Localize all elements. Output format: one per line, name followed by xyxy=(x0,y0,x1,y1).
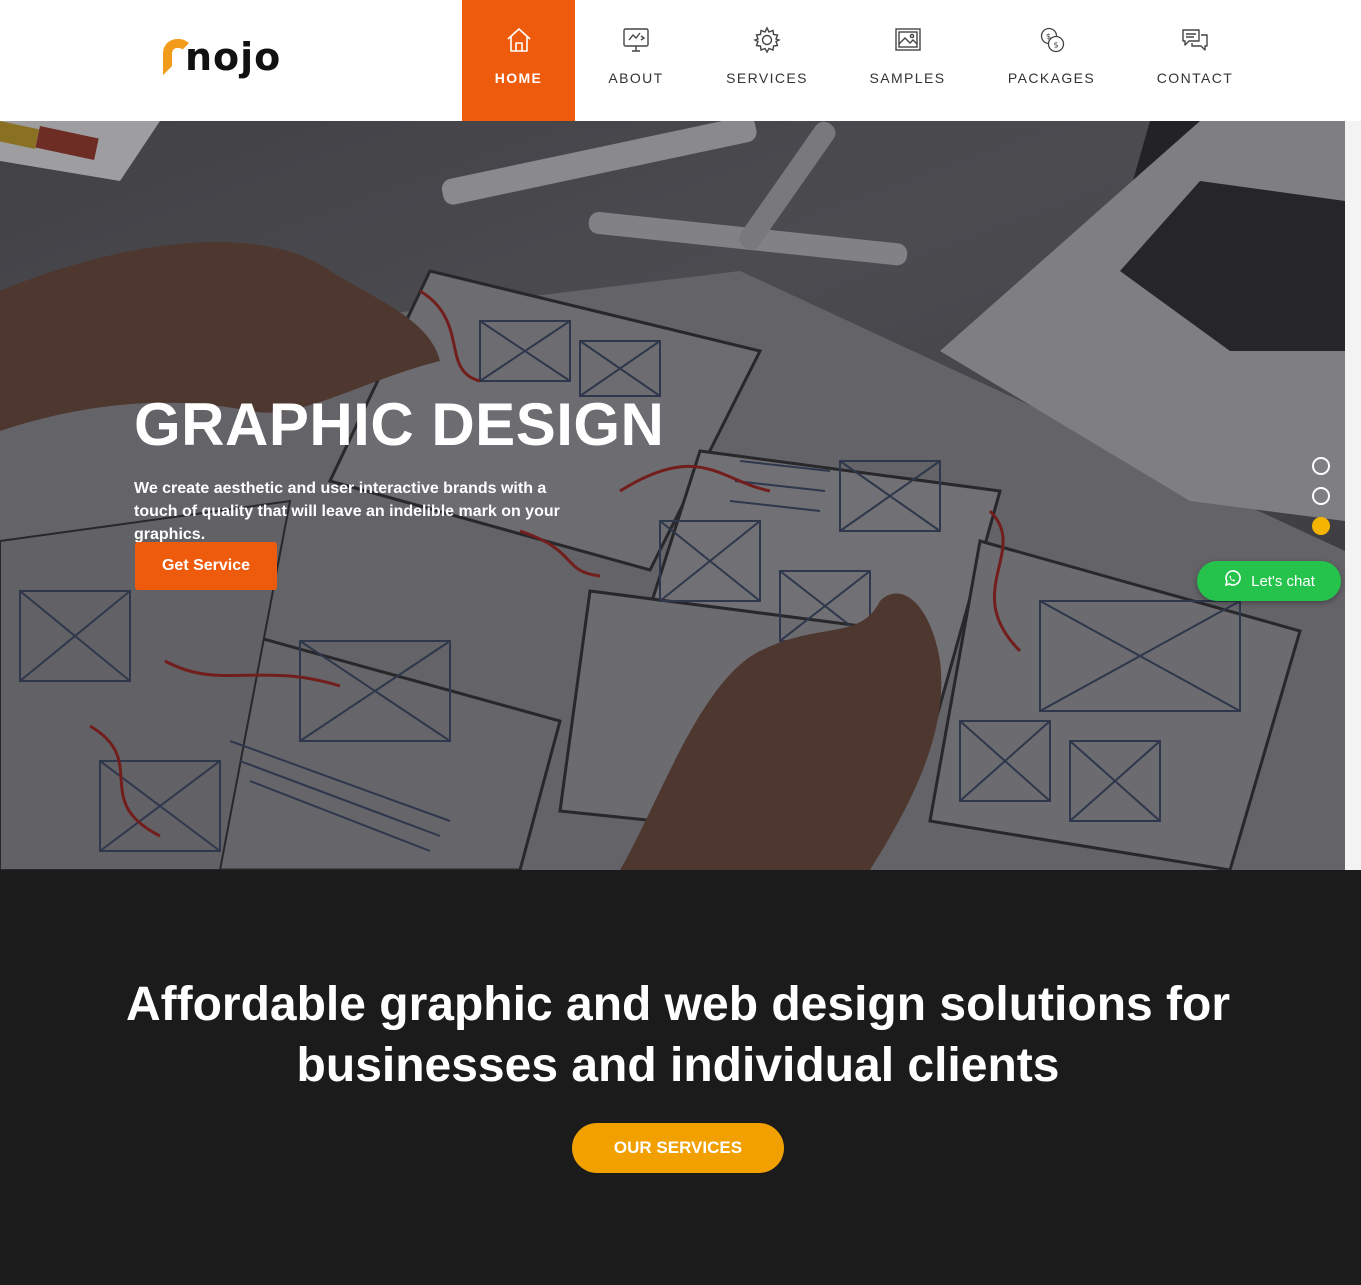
chat-icon xyxy=(1179,24,1211,56)
section-heading-line-2: businesses and individual clients xyxy=(296,1039,1060,1092)
main-nav: HOME ABOUT SERVICES SAMPLES $ $ PACKAGES… xyxy=(462,0,1265,121)
svg-text:$: $ xyxy=(1053,41,1058,50)
section-heading: Affordable graphic and web design soluti… xyxy=(0,974,1356,1096)
scrollbar[interactable] xyxy=(1345,121,1361,870)
nav-label-home: HOME xyxy=(494,70,543,86)
nav-label-services: SERVICES xyxy=(726,70,808,86)
gear-icon xyxy=(751,24,783,56)
intro-section: Affordable graphic and web design soluti… xyxy=(0,870,1361,1285)
logo-text: nojo xyxy=(185,35,282,79)
get-service-button[interactable]: Get Service xyxy=(135,542,277,590)
nav-label-samples: SAMPLES xyxy=(869,70,946,86)
site-header: nojo HOME ABOUT SERVICES SAMPLES $ $ PAC… xyxy=(0,0,1361,121)
monitor-icon xyxy=(620,24,652,56)
whatsapp-icon xyxy=(1223,570,1241,592)
nav-label-about: ABOUT xyxy=(608,70,664,86)
nav-item-contact[interactable]: CONTACT xyxy=(1125,0,1265,121)
slider-dot-2[interactable] xyxy=(1312,487,1330,505)
nav-label-packages: PACKAGES xyxy=(1007,70,1096,86)
our-services-button[interactable]: OUR SERVICES xyxy=(572,1123,784,1173)
slider-dot-3[interactable] xyxy=(1312,517,1330,535)
nav-item-services[interactable]: SERVICES xyxy=(697,0,837,121)
chat-label: Let's chat xyxy=(1251,572,1315,590)
nav-item-samples[interactable]: SAMPLES xyxy=(837,0,978,121)
lets-chat-button[interactable]: Let's chat xyxy=(1197,561,1341,601)
logo[interactable]: nojo xyxy=(163,33,281,81)
slider-dot-1[interactable] xyxy=(1312,457,1330,475)
home-icon xyxy=(503,24,535,56)
image-icon xyxy=(892,24,924,56)
logo-mark-icon xyxy=(163,37,193,77)
svg-text:$: $ xyxy=(1046,32,1051,41)
nav-item-home[interactable]: HOME xyxy=(462,0,575,121)
hero-title: GRAPHIC DESIGN xyxy=(134,391,665,458)
nav-item-packages[interactable]: $ $ PACKAGES xyxy=(978,0,1125,121)
hero-subtitle: We create aesthetic and user interactive… xyxy=(134,480,560,543)
nav-item-about[interactable]: ABOUT xyxy=(575,0,697,121)
section-heading-line-1: Affordable graphic and web design soluti… xyxy=(125,978,1231,1031)
nav-label-contact: CONTACT xyxy=(1156,70,1234,86)
coins-icon: $ $ xyxy=(1036,24,1068,56)
